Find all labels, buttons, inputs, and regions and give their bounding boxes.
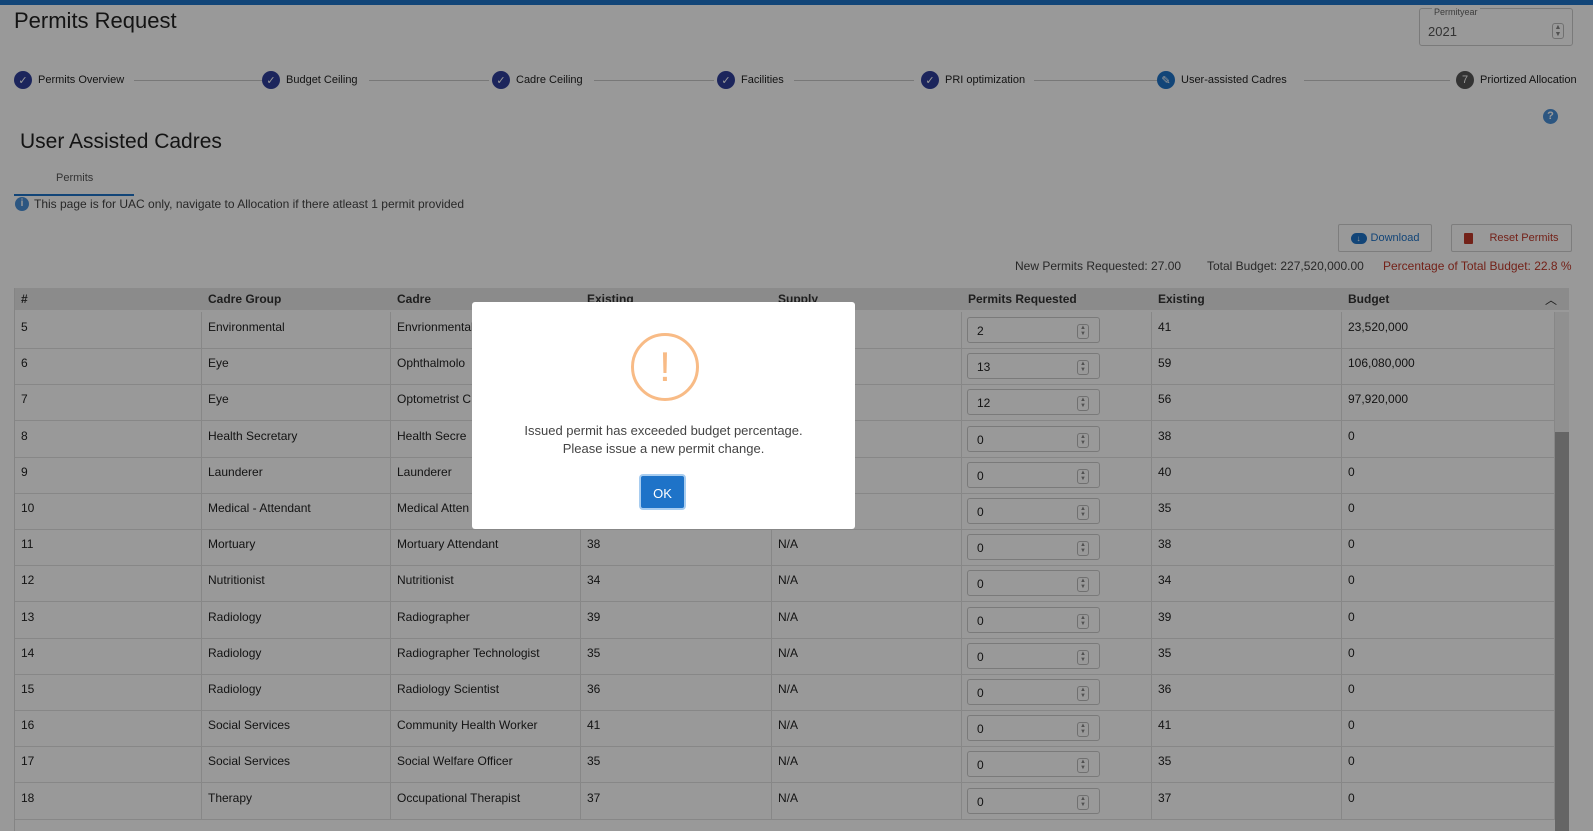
dialog-message-line: Please issue a new permit change. [562, 441, 765, 456]
warning-dialog: ! Issued permit has exceeded budget perc… [472, 302, 855, 529]
warning-icon: ! [631, 333, 699, 401]
dialog-message: Issued permit has exceeded budget percen… [472, 422, 855, 458]
ok-button[interactable]: OK [639, 474, 686, 510]
dialog-message-line: Issued permit has exceeded budget percen… [524, 423, 803, 438]
